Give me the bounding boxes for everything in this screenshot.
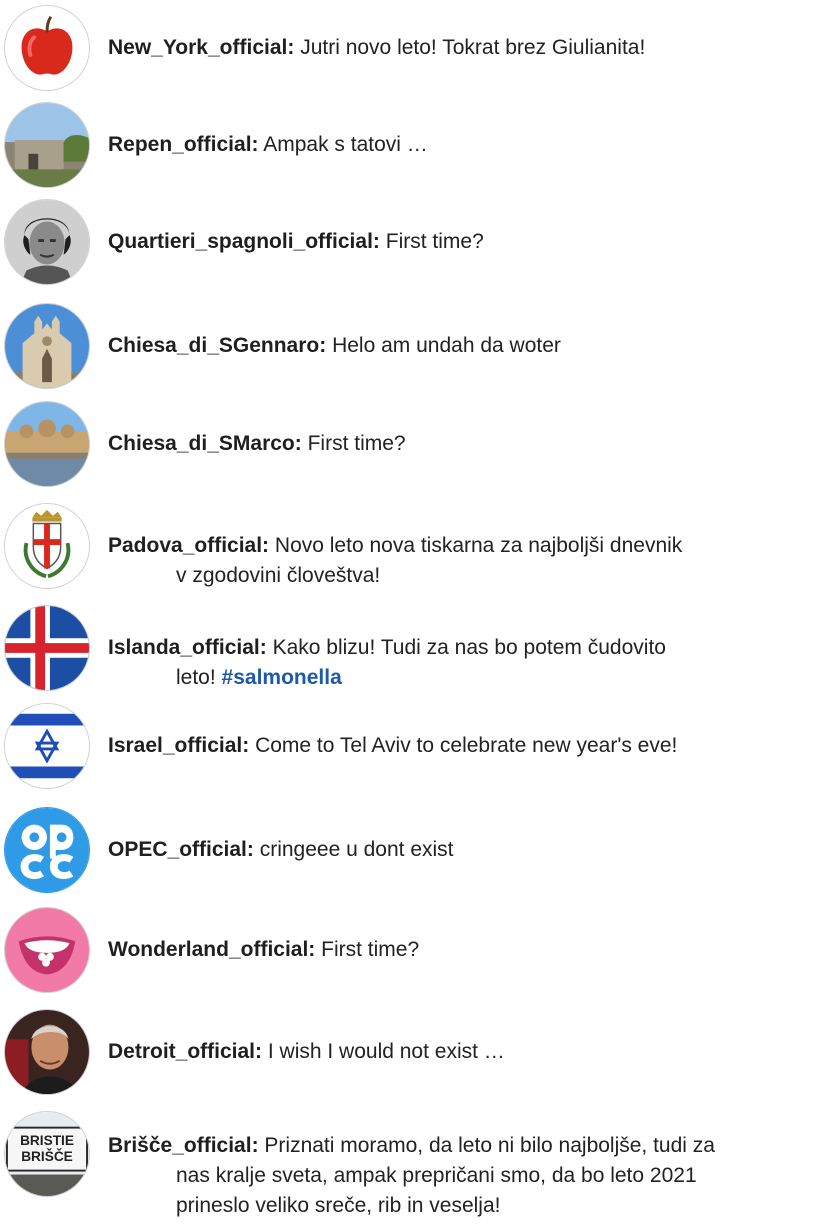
post-message: Novo leto nova tiskarna za najboljši dne… xyxy=(274,534,683,557)
post-item: Repen_official: Ampak s tatovi … xyxy=(0,101,829,191)
post-username[interactable]: Padova_official: xyxy=(108,534,269,557)
post-username[interactable]: Wonderland_official: xyxy=(108,938,315,961)
post-text: Islanda_official: Kako blizu! Tudi za na… xyxy=(108,633,819,693)
post-message: Priznati moramo, da leto ni bilo najbolj… xyxy=(264,1134,715,1157)
post-username[interactable]: Repen_official: xyxy=(108,133,259,156)
post-text: Israel_official: Come to Tel Aviv to cel… xyxy=(108,731,819,761)
iceland-flag-avatar-icon[interactable] xyxy=(4,605,90,691)
post-username[interactable]: Chiesa_di_SMarco: xyxy=(108,432,302,455)
post-feed: New_York_official: Jutri novo leto! Tokr… xyxy=(0,0,829,1229)
post-message: Ampak s tatovi … xyxy=(263,133,428,156)
post-item: Detroit_official: I wish I would not exi… xyxy=(0,1008,829,1098)
apple-avatar-icon[interactable] xyxy=(4,5,90,91)
post-username[interactable]: New_York_official: xyxy=(108,36,294,59)
post-message: First time? xyxy=(385,230,484,253)
post-text: OPEC_official: cringeee u dont exist xyxy=(108,835,819,865)
post-item: Quartieri_spagnoli_official: First time? xyxy=(0,198,829,288)
post-item: Wonderland_official: First time? xyxy=(0,906,829,996)
post-message: First time? xyxy=(321,938,420,961)
post-username[interactable]: Islanda_official: xyxy=(108,636,267,659)
post-text: Quartieri_spagnoli_official: First time? xyxy=(108,227,819,257)
post-text: Chiesa_di_SMarco: First time? xyxy=(108,429,819,459)
town-sign-avatar-icon[interactable]: BRISTIE BRIŠČE xyxy=(4,1111,90,1197)
sign-bottom-text: BRIŠČE xyxy=(21,1149,73,1164)
post-text: Padova_official: Novo leto nova tiskarna… xyxy=(108,531,819,591)
post-text: New_York_official: Jutri novo leto! Tokr… xyxy=(108,33,819,63)
post-username[interactable]: OPEC_official: xyxy=(108,838,254,861)
post-username[interactable]: Brišče_official: xyxy=(108,1134,259,1157)
post-message: Come to Tel Aviv to celebrate new year's… xyxy=(255,734,678,757)
post-message: Helo am undah da woter xyxy=(332,334,561,357)
post-text: Chiesa_di_SGennaro: Helo am undah da wot… xyxy=(108,331,819,361)
post-item: Chiesa_di_SMarco: First time? xyxy=(0,400,829,490)
opec-logo-avatar-icon[interactable] xyxy=(4,807,90,893)
post-message: I wish I would not exist … xyxy=(267,1040,505,1063)
post-message: Kako blizu! Tudi za nas bo potem čudovit… xyxy=(272,636,666,659)
post-message: cringeee u dont exist xyxy=(259,838,454,861)
post-message-tail: leto! xyxy=(176,666,216,689)
post-username[interactable]: Chiesa_di_SGennaro: xyxy=(108,334,326,357)
post-item: OPEC_official: cringeee u dont exist xyxy=(0,806,829,896)
basilica-avatar-icon[interactable] xyxy=(4,401,90,487)
post-message-continued: nas kralje sveta, ampak prepričani smo, … xyxy=(176,1164,697,1187)
portrait-avatar-icon[interactable] xyxy=(4,199,90,285)
post-username[interactable]: Quartieri_spagnoli_official: xyxy=(108,230,380,253)
post-text: Wonderland_official: First time? xyxy=(108,935,819,965)
post-message-continued: prineslo veliko sreče, rib in veselja! xyxy=(176,1194,501,1217)
post-item: New_York_official: Jutri novo leto! Tokr… xyxy=(0,4,829,94)
coat-of-arms-avatar-icon[interactable] xyxy=(4,503,90,589)
post-item: Israel_official: Come to Tel Aviv to cel… xyxy=(0,702,829,792)
sign-top-text: BRISTIE xyxy=(20,1133,74,1148)
cathedral-avatar-icon[interactable] xyxy=(4,303,90,389)
post-text: Detroit_official: I wish I would not exi… xyxy=(108,1037,819,1067)
stone-building-avatar-icon[interactable] xyxy=(4,102,90,188)
smiling-mouth-avatar-icon[interactable] xyxy=(4,907,90,993)
post-text: Repen_official: Ampak s tatovi … xyxy=(108,130,819,160)
post-username[interactable]: Detroit_official: xyxy=(108,1040,262,1063)
post-message: First time? xyxy=(307,432,406,455)
israel-flag-avatar-icon[interactable] xyxy=(4,703,90,789)
post-message-continued: v zgodovini človeštva! xyxy=(176,564,381,587)
post-item: Padova_official: Novo leto nova tiskarna… xyxy=(0,502,829,592)
post-item: Chiesa_di_SGennaro: Helo am undah da wot… xyxy=(0,302,829,392)
man-portrait-avatar-icon[interactable] xyxy=(4,1009,90,1095)
hashtag-link[interactable]: #salmonella xyxy=(222,666,342,689)
post-message-continued: leto! #salmonella xyxy=(108,663,819,693)
post-message: Jutri novo leto! Tokrat brez Giulianita! xyxy=(300,36,646,59)
post-item: Islanda_official: Kako blizu! Tudi za na… xyxy=(0,604,829,694)
post-username[interactable]: Israel_official: xyxy=(108,734,249,757)
post-text: Brišče_official: Priznati moramo, da let… xyxy=(108,1131,819,1221)
post-item: BRISTIE BRIŠČE Brišče_official: Priznati… xyxy=(0,1110,829,1229)
